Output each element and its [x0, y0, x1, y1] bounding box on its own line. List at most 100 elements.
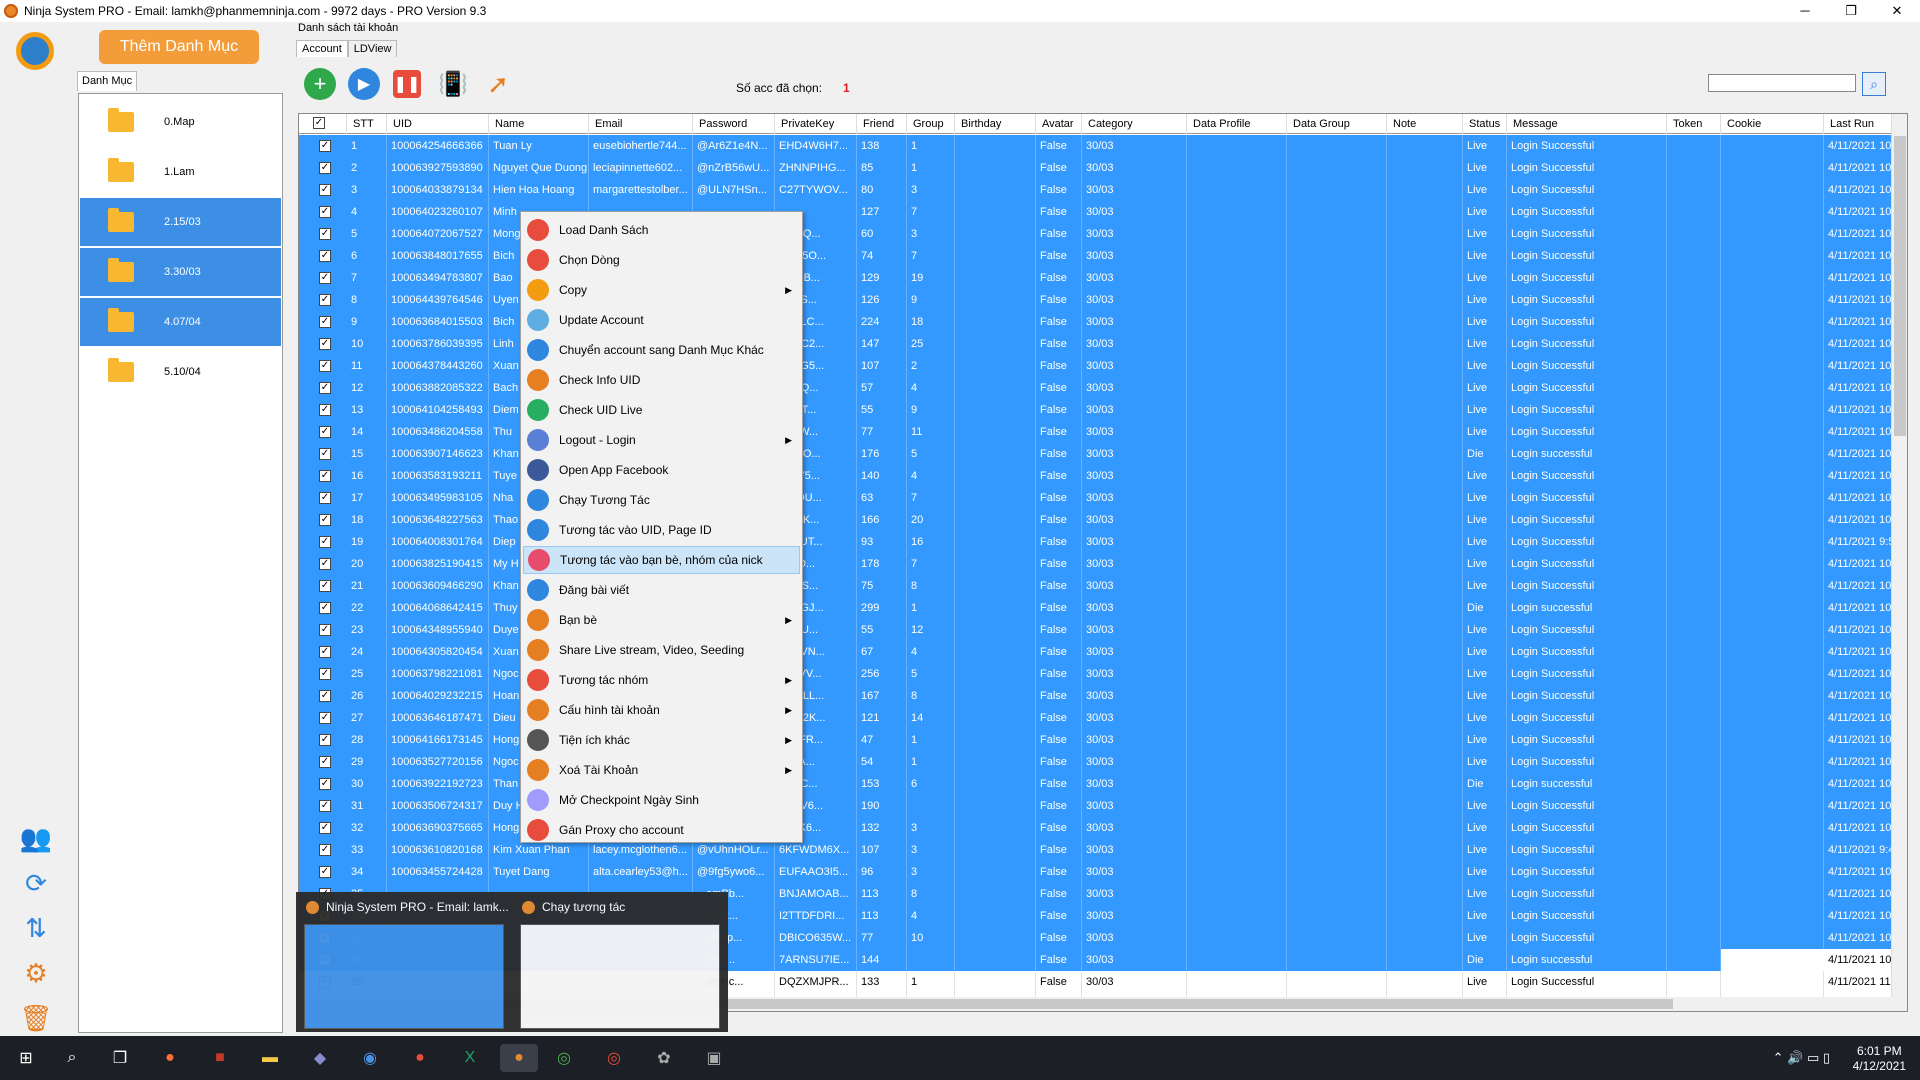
tab-ldview[interactable]: LDView [347, 40, 398, 57]
preview-thumbnail-interact[interactable] [520, 924, 720, 1029]
add-account-button[interactable]: + [304, 68, 336, 100]
menu-item[interactable]: Open App Facebook [523, 456, 800, 484]
category-item[interactable]: 2.15/03 [80, 198, 281, 246]
category-item[interactable]: 4.07/04 [80, 298, 281, 346]
excel-icon[interactable]: X [456, 1044, 484, 1072]
tab-account[interactable]: Account [296, 40, 348, 57]
row-checkbox[interactable]: ✓ [319, 338, 331, 350]
chrome-icon-2[interactable]: ◎ [600, 1044, 628, 1072]
refresh-icon[interactable]: ⟳ [20, 867, 52, 899]
menu-item[interactable]: Tiện ích khác ▶ [523, 726, 800, 754]
menu-item[interactable]: Update Account [523, 306, 800, 334]
chrome-icon[interactable]: ◎ [550, 1044, 578, 1072]
menu-item[interactable]: Logout - Login ▶ [523, 426, 800, 454]
row-checkbox[interactable]: ✓ [319, 448, 331, 460]
row-checkbox[interactable]: ✓ [319, 558, 331, 570]
menu-item[interactable]: Chuyển account sang Danh Mục Khác [523, 336, 800, 364]
column-header[interactable]: Birthday [955, 114, 1036, 134]
menu-item[interactable]: Copy ▶ [523, 276, 800, 304]
row-checkbox[interactable]: ✓ [319, 206, 331, 218]
file-explorer-icon[interactable]: ▬ [256, 1044, 284, 1072]
row-checkbox[interactable]: ✓ [319, 602, 331, 614]
app-icon-gear[interactable]: ✿ [650, 1044, 678, 1072]
row-checkbox[interactable]: ✓ [319, 536, 331, 548]
category-item[interactable]: 5.10/04 [80, 348, 281, 396]
category-item[interactable]: 0.Map [80, 98, 281, 146]
row-checkbox[interactable]: ✓ [319, 646, 331, 658]
row-checkbox[interactable]: ✓ [319, 492, 331, 504]
device-icon[interactable]: 📳 [437, 68, 469, 100]
menu-item[interactable]: Đăng bài viết [523, 576, 800, 604]
app-icon-game[interactable]: ■ [206, 1044, 234, 1072]
column-header[interactable]: Last Run [1824, 114, 1894, 134]
menu-item[interactable]: Tương tác vào UID, Page ID [523, 516, 800, 544]
preview-thumbnail-main[interactable] [304, 924, 504, 1029]
column-header[interactable]: Message [1507, 114, 1667, 134]
sort-icon[interactable]: ⇅ [20, 912, 52, 944]
tab-category[interactable]: Danh Mục [77, 71, 138, 91]
table-row[interactable]: ✓ 1 100064254666366 Tuan Ly eusebiohertle744… [299, 135, 1894, 157]
trash-icon[interactable]: 🗑 [20, 1002, 53, 1034]
category-item[interactable]: 1.Lam [80, 148, 281, 196]
menu-item[interactable]: Xoá Tài Khoản ▶ [523, 756, 800, 784]
menu-item[interactable]: Load Danh Sách [523, 216, 800, 244]
column-header[interactable]: STT [347, 114, 387, 134]
select-all-checkbox[interactable]: ✓ [313, 117, 325, 129]
row-checkbox[interactable]: ✓ [319, 382, 331, 394]
column-header[interactable]: Group [907, 114, 955, 134]
table-row[interactable]: ✓ 3 100064033879134 Hien Hoa Hoang margarett… [299, 179, 1894, 201]
row-checkbox[interactable]: ✓ [319, 294, 331, 306]
column-header[interactable]: Status [1463, 114, 1507, 134]
menu-item[interactable]: Share Live stream, Video, Seeding [523, 636, 800, 664]
category-item[interactable]: 3.30/03 [80, 248, 281, 296]
row-checkbox[interactable]: ✓ [319, 624, 331, 636]
menu-item[interactable]: Chạy Tương Tác [523, 486, 800, 514]
play-button[interactable]: ▶ [348, 68, 380, 100]
menu-item[interactable]: Chọn Dòng [523, 246, 800, 274]
row-checkbox[interactable]: ✓ [319, 228, 331, 240]
row-checkbox[interactable]: ✓ [319, 140, 331, 152]
row-checkbox[interactable]: ✓ [319, 822, 331, 834]
menu-item[interactable]: Check Info UID [523, 366, 800, 394]
column-header[interactable]: Friend [857, 114, 907, 134]
row-checkbox[interactable]: ✓ [319, 470, 331, 482]
row-checkbox[interactable]: ✓ [319, 162, 331, 174]
users-icon[interactable]: 👥 [20, 822, 52, 854]
column-header[interactable]: Data Group [1287, 114, 1387, 134]
preview-title-interact[interactable]: Chạy tương tác [522, 900, 625, 914]
app-icon-red[interactable]: ● [406, 1044, 434, 1072]
column-header[interactable]: Avatar [1036, 114, 1082, 134]
menu-item[interactable]: Gán Proxy cho account [523, 816, 800, 844]
column-header[interactable]: Password [693, 114, 775, 134]
column-header[interactable]: Note [1387, 114, 1463, 134]
row-checkbox[interactable]: ✓ [319, 426, 331, 438]
row-checkbox[interactable]: ✓ [319, 184, 331, 196]
search-taskbar-icon[interactable]: ⌕ [58, 1044, 86, 1072]
row-checkbox[interactable]: ✓ [319, 800, 331, 812]
column-header[interactable]: Data Profile [1187, 114, 1287, 134]
menu-item[interactable]: Check UID Live [523, 396, 800, 424]
row-checkbox[interactable]: ✓ [319, 316, 331, 328]
row-checkbox[interactable]: ✓ [319, 360, 331, 372]
preview-title-main[interactable]: Ninja System PRO - Email: lamk... [306, 900, 509, 914]
firefox-icon[interactable]: ● [156, 1044, 184, 1072]
row-checkbox[interactable]: ✓ [319, 668, 331, 680]
search-input[interactable] [1708, 74, 1856, 92]
pointer-icon[interactable]: ➚ [482, 68, 514, 100]
pause-button[interactable]: ❚❚ [393, 70, 421, 98]
column-header[interactable]: Token [1667, 114, 1721, 134]
column-header[interactable]: Cookie [1721, 114, 1824, 134]
minimize-button[interactable]: ─ [1782, 0, 1828, 22]
row-checkbox[interactable]: ✓ [319, 734, 331, 746]
app-icon-blue[interactable]: ◉ [356, 1044, 384, 1072]
row-checkbox[interactable]: ✓ [319, 778, 331, 790]
column-header[interactable]: Email [589, 114, 693, 134]
column-header[interactable]: PrivateKey [775, 114, 857, 134]
column-header[interactable]: UID [387, 114, 489, 134]
menu-item[interactable]: Tương tác vào bạn bè, nhóm của nick [523, 546, 800, 574]
row-checkbox[interactable]: ✓ [319, 580, 331, 592]
column-header[interactable]: Category [1082, 114, 1187, 134]
row-checkbox[interactable]: ✓ [319, 250, 331, 262]
ninja-taskbar-icon[interactable]: ● [500, 1044, 538, 1072]
column-header[interactable]: Name [489, 114, 589, 134]
